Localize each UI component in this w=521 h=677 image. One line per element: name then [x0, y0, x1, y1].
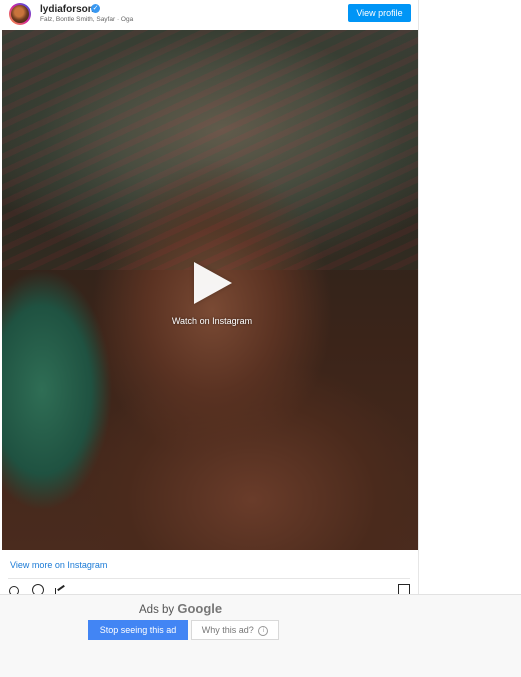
avatar-image: [11, 5, 29, 23]
comment-icon[interactable]: [32, 584, 44, 594]
why-this-ad-label: Why this ad?: [201, 625, 254, 635]
username[interactable]: lydiaforson: [40, 4, 94, 15]
ads-by-label: Ads by: [139, 604, 175, 616]
info-icon: i: [258, 625, 269, 636]
ad-feedback-bar: Ads by Google Stop seeing this ad Why th…: [0, 594, 521, 677]
post-subtitle: Falz, Bontle Smith, Sayfar · Oga: [40, 16, 134, 23]
bookmark-icon[interactable]: [398, 584, 410, 594]
why-this-ad-button[interactable]: Why this ad? i: [191, 620, 279, 640]
avatar[interactable]: [9, 3, 31, 25]
ads-by-google: Ads by Google: [139, 601, 222, 616]
watch-on-instagram-label[interactable]: Watch on Instagram: [162, 316, 262, 326]
view-more-link[interactable]: View more on Instagram: [10, 560, 107, 570]
heart-icon[interactable]: [6, 583, 22, 594]
google-logo: Google: [177, 601, 223, 616]
video-thumbnail[interactable]: Watch on Instagram: [2, 30, 418, 550]
photo-texture: [2, 30, 418, 270]
action-bar: [0, 582, 418, 594]
verified-badge-icon: ✓: [91, 4, 100, 13]
view-profile-button[interactable]: View profile: [348, 4, 411, 22]
stop-seeing-this-ad-button[interactable]: Stop seeing this ad: [88, 620, 188, 640]
instagram-embed: lydiaforson ✓ Falz, Bontle Smith, Sayfar…: [0, 0, 419, 600]
share-icon[interactable]: [55, 584, 67, 594]
play-icon[interactable]: [194, 262, 232, 304]
post-header: lydiaforson ✓ Falz, Bontle Smith, Sayfar…: [0, 0, 418, 30]
divider: [8, 578, 410, 579]
